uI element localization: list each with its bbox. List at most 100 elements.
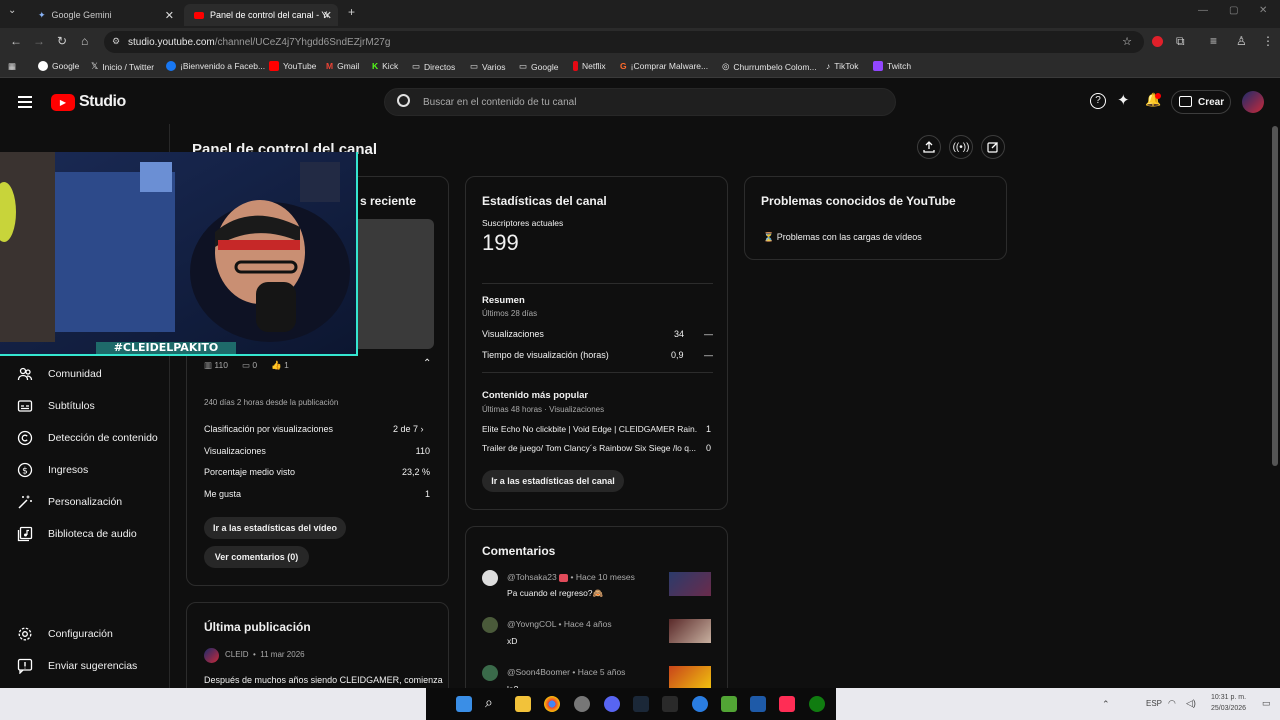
- live-broadcast-icon: ((•)): [952, 141, 970, 153]
- tiktok-icon[interactable]: [779, 696, 795, 712]
- hamburger-menu-icon[interactable]: [18, 96, 32, 108]
- media-control-icon[interactable]: ≡: [1210, 34, 1217, 48]
- scrollbar-thumb[interactable]: [1272, 126, 1278, 466]
- gear-icon: [18, 627, 32, 641]
- audio-library-icon: [17, 526, 33, 542]
- video-stats-button[interactable]: Ir a las estadísticas del vídeo: [204, 517, 346, 539]
- bookmark-label: YouTube: [283, 61, 317, 71]
- extensions-puzzle-icon[interactable]: ⧉: [1176, 34, 1185, 49]
- back-icon[interactable]: ←: [10, 34, 22, 48]
- new-tab-icon[interactable]: +: [348, 5, 355, 19]
- comment-video-thumbnail[interactable]: [669, 619, 711, 643]
- channel-stats-button[interactable]: Ir a las estadísticas del canal: [482, 470, 624, 492]
- clock-time[interactable]: 10:31 p. m.: [1211, 694, 1246, 701]
- reload-icon[interactable]: ↻: [57, 34, 67, 48]
- notifications-icon[interactable]: ▭: [1262, 698, 1271, 709]
- bookmark-folder-varios[interactable]: ▭ Varios: [470, 61, 506, 72]
- upload-button[interactable]: [917, 135, 941, 159]
- youtube-play-icon: ▶: [51, 93, 75, 111]
- popular-video-link[interactable]: Elite Echo No clickbite | Void Edge | CL…: [482, 424, 697, 434]
- popular-video-link[interactable]: Trailer de juego/ Tom Clancy´s Rainbow S…: [482, 443, 697, 453]
- sidebar-item-configuracion[interactable]: Configuración: [0, 620, 170, 648]
- obs-icon[interactable]: [574, 696, 590, 712]
- bookmark-malware[interactable]: G ¡Comprar Malware...: [620, 61, 708, 71]
- epic-games-icon[interactable]: [662, 696, 678, 712]
- sparkle-icon[interactable]: ✦: [1117, 91, 1130, 109]
- wifi-icon[interactable]: ◠: [1168, 698, 1176, 709]
- sidebar-item-biblioteca-audio[interactable]: Biblioteca de audio: [0, 520, 170, 548]
- home-icon[interactable]: ⌂: [81, 34, 88, 48]
- sidebar-item-deteccion[interactable]: Detección de contenido: [0, 424, 170, 452]
- discord-icon[interactable]: [604, 696, 620, 712]
- sidebar-item-ingresos[interactable]: $ Ingresos: [0, 456, 170, 484]
- summary-title: Resumen: [482, 295, 525, 306]
- bookmark-kick[interactable]: K Kick: [372, 61, 398, 71]
- tab-google-gemini[interactable]: ✦ Google Gemini ✕: [28, 4, 180, 26]
- url-field[interactable]: ⚙ studio.youtube.com/channel/UCeZ4j7Yhgd…: [104, 31, 1144, 53]
- profile-icon[interactable]: ♙: [1236, 34, 1247, 48]
- issue-item[interactable]: ⏳ Problemas con las cargas de vídeos: [763, 232, 922, 243]
- bookmark-churrumbelo[interactable]: ◎ Churrumbelo Colom...: [722, 61, 817, 72]
- video-thumbnail[interactable]: [357, 219, 434, 349]
- bookmark-twitter[interactable]: 𝕏 Inicio / Twitter: [91, 61, 154, 72]
- bookmark-label: Directos: [424, 61, 456, 72]
- bookmark-netflix[interactable]: Netflix: [573, 61, 606, 71]
- sidebar-item-personalizacion[interactable]: Personalización: [0, 488, 170, 516]
- comment-text: xD: [507, 636, 518, 646]
- window-close-icon[interactable]: ✕: [1259, 5, 1267, 16]
- comment-video-thumbnail[interactable]: [669, 572, 711, 596]
- restore-icon[interactable]: ▢: [1229, 5, 1238, 16]
- battle-net-icon[interactable]: [750, 696, 766, 712]
- forward-icon[interactable]: →: [33, 34, 45, 48]
- language-indicator[interactable]: ESP: [1146, 699, 1162, 708]
- xbox-icon[interactable]: [809, 696, 825, 712]
- app-icon[interactable]: [692, 696, 708, 712]
- extension-icon[interactable]: [1152, 36, 1163, 47]
- windows-start-icon[interactable]: [456, 696, 472, 712]
- comment-video-thumbnail[interactable]: [669, 666, 711, 690]
- bookmark-star-icon[interactable]: ☆: [1122, 35, 1132, 48]
- search-input[interactable]: Buscar en el contenido de tu canal: [384, 88, 896, 116]
- help-icon[interactable]: ?: [1090, 93, 1106, 109]
- bookmark-google[interactable]: Google: [38, 61, 79, 71]
- volume-icon[interactable]: ◁): [1186, 698, 1196, 709]
- minimize-icon[interactable]: —: [1198, 5, 1208, 16]
- ranking-link[interactable]: 2 de 7 ›: [393, 424, 424, 434]
- site-info-icon[interactable]: ⚙: [112, 36, 120, 47]
- apps-icon[interactable]: ▦: [8, 61, 16, 72]
- bookmark-folder-directos[interactable]: ▭ Directos: [412, 61, 455, 72]
- close-icon[interactable]: ✕: [165, 9, 174, 22]
- kick-icon: K: [372, 61, 379, 71]
- chrome-icon[interactable]: [544, 696, 560, 712]
- bookmark-gmail[interactable]: M Gmail: [326, 61, 359, 71]
- sidebar-item-subtitulos[interactable]: Subtítulos: [0, 392, 170, 420]
- tab-yt-studio[interactable]: Panel de control del canal - You ✕: [184, 4, 338, 26]
- bookmark-tiktok[interactable]: ♪ TikTok: [826, 61, 859, 71]
- create-post-button[interactable]: [981, 135, 1005, 159]
- file-explorer-icon[interactable]: [515, 696, 531, 712]
- avatar[interactable]: [1242, 91, 1264, 113]
- tab-search-icon[interactable]: ⌄: [8, 5, 16, 16]
- close-icon[interactable]: ✕: [323, 9, 332, 22]
- bookmark-folder-google[interactable]: ▭ Google: [519, 61, 558, 72]
- copyright-icon: [17, 430, 33, 446]
- tray-chevron-icon[interactable]: ⌃: [1102, 699, 1110, 710]
- go-live-button[interactable]: ((•)): [949, 135, 973, 159]
- minecraft-icon[interactable]: [721, 696, 737, 712]
- view-comments-button[interactable]: Ver comentarios (0): [204, 546, 309, 568]
- sidebar-item-comunidad[interactable]: Comunidad: [0, 360, 170, 388]
- bookmark-facebook[interactable]: ¡Bienvenido a Faceb...: [166, 61, 265, 71]
- steam-icon[interactable]: [633, 696, 649, 712]
- sidebar-item-sugerencias[interactable]: Enviar sugerencias: [0, 652, 170, 680]
- clock-date[interactable]: 25/03/2026: [1211, 705, 1246, 712]
- stat-label: Tiempo de visualización (horas): [482, 350, 609, 360]
- chevron-up-icon[interactable]: ⌃: [423, 358, 431, 369]
- bookmark-twitch[interactable]: Twitch: [873, 61, 911, 71]
- menu-icon[interactable]: ⋮: [1262, 34, 1274, 48]
- bookmark-youtube[interactable]: YouTube: [269, 61, 316, 71]
- search-icon[interactable]: ⌕: [485, 694, 493, 711]
- twitch-icon: [873, 61, 883, 71]
- url-path: /channel/UCeZ4j7Yhgdd6SndEZjrM27g: [214, 36, 391, 48]
- studio-logo[interactable]: ▶ Studio: [51, 93, 126, 111]
- create-button[interactable]: Crear: [1171, 90, 1231, 114]
